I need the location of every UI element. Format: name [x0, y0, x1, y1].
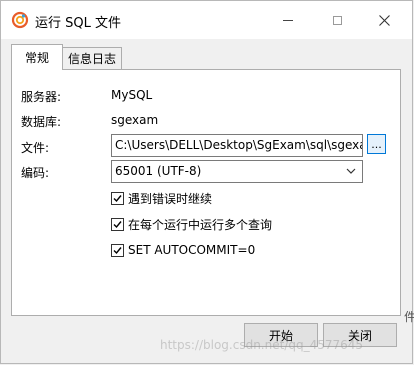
- close-window-button[interactable]: [361, 1, 407, 39]
- run-sql-file-dialog: 运行 SQL 文件 常规 信息日志 服务器: MySQL 数据库: sgexam…: [0, 0, 413, 364]
- start-button[interactable]: 开始: [244, 323, 318, 347]
- navicat-app-icon: [11, 11, 29, 29]
- minimize-icon: [283, 19, 293, 21]
- option-continue-on-error[interactable]: 遇到错误时继续: [111, 190, 212, 206]
- checkmark-icon: [113, 194, 122, 202]
- tab-general[interactable]: 常规: [11, 44, 63, 70]
- server-value: MySQL: [111, 88, 153, 102]
- encoding-select[interactable]: 65001 (UTF-8): [111, 160, 363, 183]
- database-label: 数据库:: [21, 115, 62, 129]
- chevron-down-icon: [346, 168, 356, 174]
- maximize-button[interactable]: [314, 1, 360, 39]
- multiple-queries-label: 在每个运行中运行多个查询: [128, 217, 273, 232]
- database-value: sgexam: [111, 113, 159, 127]
- encoding-selected-value: 65001 (UTF-8): [115, 164, 202, 178]
- checkmark-icon: [113, 246, 122, 254]
- tab-info-log[interactable]: 信息日志: [62, 47, 122, 69]
- maximize-icon: [332, 15, 342, 25]
- continue-on-error-checkbox[interactable]: [111, 191, 124, 205]
- checkmark-icon: [113, 220, 122, 228]
- browse-file-button[interactable]: ...: [367, 134, 386, 154]
- background-window-text: 件: [404, 310, 414, 324]
- title-bar[interactable]: 运行 SQL 文件: [1, 1, 412, 39]
- option-multiple-queries[interactable]: 在每个运行中运行多个查询: [111, 216, 272, 232]
- multiple-queries-checkbox[interactable]: [111, 217, 124, 231]
- autocommit-label: SET AUTOCOMMIT=0: [128, 243, 256, 257]
- encoding-label: 编码:: [21, 166, 50, 180]
- window-title: 运行 SQL 文件: [35, 16, 121, 31]
- minimize-button[interactable]: [265, 1, 311, 39]
- continue-on-error-label: 遇到错误时继续: [128, 191, 213, 206]
- file-path-input[interactable]: C:\Users\DELL\Desktop\SgExam\sql\sgexam.…: [111, 134, 363, 157]
- close-icon: [378, 14, 390, 26]
- option-autocommit[interactable]: SET AUTOCOMMIT=0: [111, 242, 255, 258]
- file-label: 文件:: [21, 141, 50, 155]
- server-label: 服务器:: [21, 90, 62, 104]
- close-button[interactable]: 关闭: [323, 323, 397, 347]
- autocommit-checkbox[interactable]: [111, 243, 124, 257]
